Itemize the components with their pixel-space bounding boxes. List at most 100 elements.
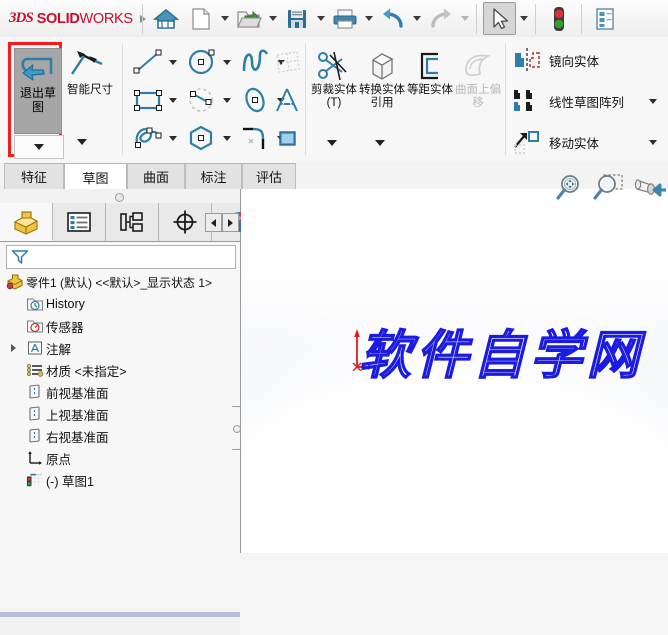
centerpoint-arc-tool-button[interactable]	[182, 81, 222, 119]
trim-entities-dropdown[interactable]	[322, 133, 342, 153]
offset-entities-button[interactable]: 等距实体	[406, 45, 454, 97]
rectangle-tool-dropdown[interactable]	[166, 81, 180, 119]
print-button[interactable]	[328, 2, 361, 35]
open-document-button[interactable]	[232, 2, 265, 35]
redo-button[interactable]	[424, 2, 457, 35]
zoom-to-fit-button[interactable]	[555, 173, 585, 201]
panel-splitter-knob[interactable]	[233, 425, 241, 433]
tree-item-origin[interactable]: 原点	[0, 447, 240, 469]
convert-entities-button[interactable]: 转换实体引用	[358, 45, 406, 110]
smart-dimension-label: 智能尺寸	[67, 84, 113, 96]
trim-entities-button[interactable]: 剪裁实体(T)	[310, 45, 358, 110]
open-folder-icon	[236, 7, 262, 31]
tree-item-label: 右视基准面	[46, 430, 109, 445]
feature-tree-filter[interactable]	[6, 245, 236, 269]
zoom-to-area-icon	[593, 173, 625, 201]
plane-icon	[26, 405, 44, 423]
save-button[interactable]	[280, 2, 313, 35]
polygon-tool-dropdown[interactable]	[220, 119, 234, 157]
configuration-manager-tab[interactable]	[106, 203, 159, 241]
sensors-folder-icon	[26, 317, 44, 335]
tree-item-sketch1[interactable]: (-) 草图1	[0, 469, 240, 491]
feature-manager-tab-bar	[0, 203, 249, 242]
undo-dropdown[interactable]	[410, 3, 423, 34]
circle-tool-button[interactable]	[182, 43, 222, 81]
line-tool-button[interactable]	[128, 43, 168, 81]
plane-tool-button[interactable]	[268, 43, 308, 81]
exit-sketch-button[interactable]: 退出草图	[14, 48, 62, 134]
panel-grip[interactable]	[0, 189, 240, 204]
mirror-entities-button[interactable]: 镜向实体	[512, 43, 599, 77]
tree-item-annotations[interactable]: 注解	[0, 337, 240, 359]
tab-surfaces[interactable]: 曲面	[127, 163, 185, 189]
smart-dimension-dropdown[interactable]	[72, 132, 92, 152]
text-tool-icon	[271, 85, 305, 115]
view-toolbar	[555, 168, 667, 206]
convert-entities-label: 转换实体引用	[359, 84, 405, 109]
rectangle-tool-button[interactable]	[128, 81, 168, 119]
feature-tree: 零件1 (默认) <<默认>_显示状态 1> History 传感器 注解 材质…	[0, 271, 240, 635]
move-entities-dropdown[interactable]	[646, 125, 660, 159]
rectangle-tool-icon	[131, 85, 165, 115]
tab-features[interactable]: 特征	[4, 163, 64, 189]
select-button[interactable]	[483, 2, 516, 35]
move-entities-icon	[512, 127, 542, 157]
feature-tree-tab[interactable]	[0, 203, 53, 241]
tab-annotation[interactable]: 标注	[185, 163, 242, 189]
move-entities-button[interactable]: 移动实体	[512, 125, 599, 159]
expand-twisty-icon[interactable]	[6, 337, 20, 359]
tree-item-sensors[interactable]: 传感器	[0, 315, 240, 337]
convert-entities-dropdown[interactable]	[370, 133, 390, 153]
graphics-area[interactable]: 软件自学网	[241, 189, 668, 553]
print-icon	[332, 7, 358, 31]
smart-dimension-button[interactable]: 智能尺寸	[66, 45, 114, 97]
new-document-dropdown[interactable]	[218, 3, 231, 34]
shaded-sketch-contour-icon	[271, 123, 305, 153]
tab-sketch[interactable]: 草图	[64, 163, 127, 190]
exit-sketch-label: 退出草图	[19, 86, 56, 114]
tree-item-right-plane[interactable]: 右视基准面	[0, 425, 240, 447]
polygon-tool-button[interactable]	[182, 119, 222, 157]
open-document-dropdown[interactable]	[266, 3, 279, 34]
panel-splitter-handle[interactable]	[232, 406, 241, 450]
linear-sketch-pattern-dropdown[interactable]	[646, 84, 660, 118]
home-button[interactable]	[149, 2, 182, 35]
redo-icon	[428, 7, 454, 31]
save-dropdown[interactable]	[314, 3, 327, 34]
redo-dropdown[interactable]	[458, 3, 471, 34]
exit-sketch-dropdown[interactable]	[14, 135, 64, 159]
property-manager-tab[interactable]	[53, 203, 106, 241]
view-orientation-button[interactable]	[633, 173, 667, 201]
tab-nav-prev[interactable]	[205, 213, 222, 232]
shaded-sketch-contour-button[interactable]	[268, 119, 308, 157]
feature-tree-filter-input[interactable]	[29, 247, 235, 267]
tree-item-top-plane[interactable]: 上视基准面	[0, 403, 240, 425]
tab-nav-next[interactable]	[222, 213, 239, 232]
sketch-text-entity[interactable]: 软件自学网	[358, 327, 644, 385]
select-dropdown[interactable]	[517, 3, 530, 34]
zoom-to-area-button[interactable]	[593, 173, 625, 201]
panel-grip-knob[interactable]	[115, 193, 124, 202]
rebuild-button[interactable]	[542, 2, 575, 35]
print-dropdown[interactable]	[362, 3, 375, 34]
spline-tool-button[interactable]	[128, 119, 168, 157]
offset-entities-icon	[410, 50, 450, 82]
tree-item-part[interactable]: 零件1 (默认) <<默认>_显示状态 1>	[0, 271, 240, 293]
tree-item-material[interactable]: 材质 <未指定>	[0, 359, 240, 381]
tree-item-history[interactable]: History	[0, 293, 240, 315]
feature-manager-panel: 零件1 (默认) <<默认>_显示状态 1> History 传感器 注解 材质…	[0, 189, 249, 635]
text-tool-button[interactable]	[268, 81, 308, 119]
tree-item-front-plane[interactable]: 前视基准面	[0, 381, 240, 403]
options-button[interactable]	[588, 2, 621, 35]
solidworks-logo[interactable]: 3DS SOLIDWORKS	[0, 0, 146, 37]
new-document-button[interactable]	[184, 2, 217, 35]
centerpoint-arc-tool-dropdown[interactable]	[220, 81, 234, 119]
circle-tool-dropdown[interactable]	[220, 43, 234, 81]
tab-evaluate[interactable]: 评估	[242, 163, 296, 189]
offset-on-surface-button[interactable]: 曲面上偏移	[454, 45, 502, 110]
undo-button[interactable]	[376, 2, 409, 35]
spline-tool-dropdown[interactable]	[166, 119, 180, 157]
select-arrow-icon	[489, 7, 511, 31]
line-tool-dropdown[interactable]	[166, 43, 180, 81]
linear-sketch-pattern-button[interactable]: 线性草图阵列	[512, 84, 624, 118]
